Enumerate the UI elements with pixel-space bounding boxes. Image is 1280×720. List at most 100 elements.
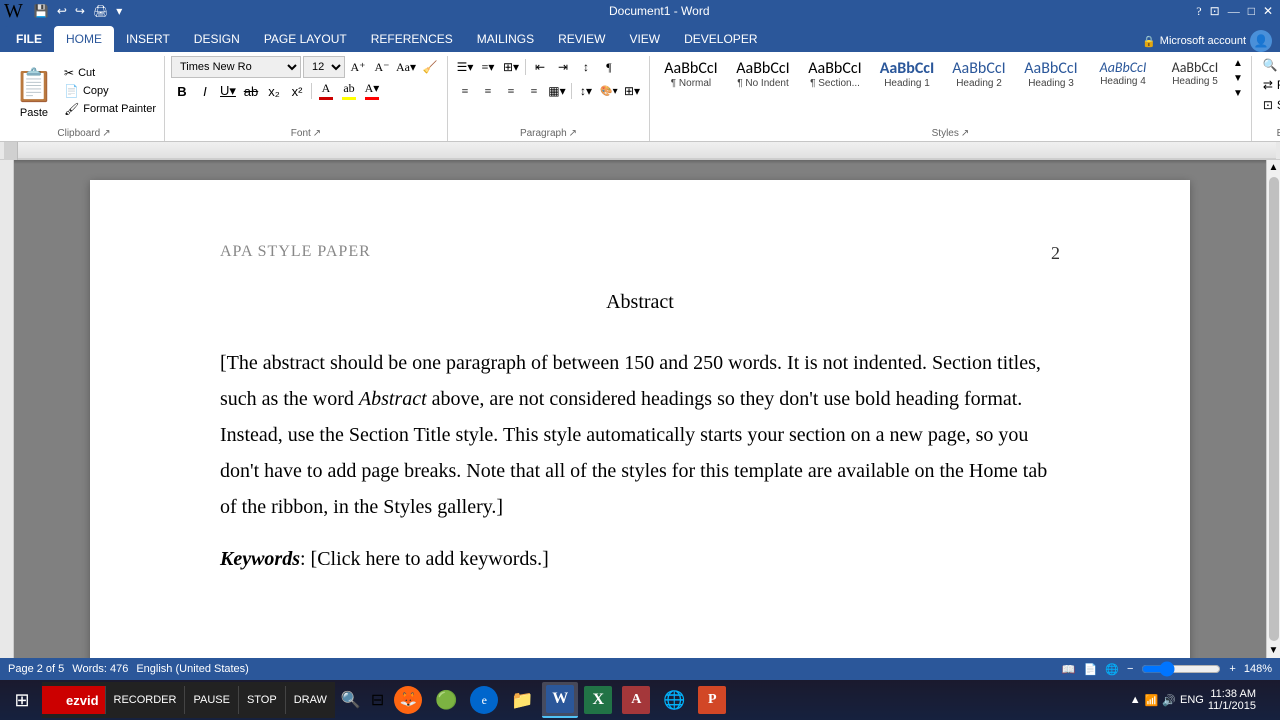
tab-view[interactable]: VIEW	[617, 26, 672, 52]
grow-font-btn[interactable]: A⁺	[347, 56, 369, 78]
clock[interactable]: 11:38 AM 11/1/2015	[1208, 688, 1256, 712]
align-center-btn[interactable]: ≡	[477, 80, 499, 102]
subscript-btn[interactable]: x₂	[263, 80, 285, 102]
align-right-btn[interactable]: ≡	[500, 80, 522, 102]
customize-quick-btn[interactable]: ▾	[113, 3, 125, 20]
print-layout-icon[interactable]: 📄	[1084, 663, 1098, 676]
cut-button[interactable]: ✂ Cut	[62, 65, 158, 81]
volume-icon[interactable]: 🔊	[1162, 694, 1176, 707]
taskbar-item-chrome[interactable]: 🟢	[428, 682, 464, 718]
select-button[interactable]: ⊡ Select =	[1259, 96, 1280, 114]
find-button[interactable]: 🔍 Find ▾	[1259, 56, 1280, 74]
taskbar-item-search[interactable]: 🔍	[337, 682, 365, 718]
justify-btn[interactable]: ≡	[523, 80, 545, 102]
style-no-indent[interactable]: AaBbCcI ¶ No Indent	[728, 56, 798, 92]
align-left-btn[interactable]: ≡	[454, 80, 476, 102]
style-heading4[interactable]: AaBbCcI Heading 4	[1088, 56, 1158, 90]
font-size-select[interactable]: 12	[303, 56, 345, 78]
zoom-in-btn[interactable]: +	[1229, 663, 1235, 675]
undo-quick-btn[interactable]: ↩	[54, 3, 70, 20]
taskbar-item-access[interactable]: A	[618, 682, 654, 718]
decrease-indent-btn[interactable]: ⇤	[529, 56, 551, 78]
keywords-value[interactable]: : [Click here to add keywords.]	[300, 541, 549, 577]
tab-page-layout[interactable]: PAGE LAYOUT	[252, 26, 359, 52]
taskbar-item-word[interactable]: W	[542, 682, 578, 718]
zoom-slider[interactable]	[1141, 661, 1221, 677]
web-layout-icon[interactable]: 🌐	[1105, 663, 1119, 676]
highlight-btn[interactable]: ab	[338, 80, 360, 102]
taskbar-item-explorer[interactable]: 📁	[504, 682, 540, 718]
start-button[interactable]: ⊞	[4, 682, 40, 718]
taskbar-item-firefox[interactable]: 🦊	[390, 682, 426, 718]
taskbar-item-browser[interactable]: 🌐	[656, 682, 692, 718]
style-heading2[interactable]: AaBbCcI Heading 2	[944, 56, 1014, 92]
text-color-btn[interactable]: A▾	[361, 80, 383, 102]
show-hidden-icons-btn[interactable]: ▲	[1130, 694, 1141, 706]
zoom-out-btn[interactable]: −	[1127, 663, 1133, 675]
style-section[interactable]: AaBbCcI ¶ Section...	[800, 56, 870, 92]
style-heading3[interactable]: AaBbCcI Heading 3	[1016, 56, 1086, 92]
styles-scroll-down[interactable]: ▼	[1231, 71, 1245, 86]
ezvid-stop-btn[interactable]: STOP	[238, 686, 285, 714]
change-case-btn[interactable]: Aa▾	[395, 56, 417, 78]
font-expand-icon[interactable]: ↗	[313, 128, 321, 139]
shading-btn[interactable]: 🎨▾	[598, 80, 620, 102]
multilevel-list-btn[interactable]: ⊞▾	[500, 56, 522, 78]
font-name-select[interactable]: Times New Ro	[171, 56, 301, 78]
shrink-font-btn[interactable]: A⁻	[371, 56, 393, 78]
style-heading1[interactable]: AaBbCcI Heading 1	[872, 56, 942, 92]
bullets-btn[interactable]: ☰▾	[454, 56, 476, 78]
superscript-btn[interactable]: x²	[286, 80, 308, 102]
restore-btn[interactable]: ⊡	[1207, 3, 1223, 20]
minimize-btn[interactable]: —	[1225, 3, 1243, 20]
font-color-btn[interactable]: A	[315, 80, 337, 102]
replace-button[interactable]: ⇄ Replace	[1259, 76, 1280, 94]
maximize-btn[interactable]: □	[1245, 3, 1258, 20]
redo-quick-btn[interactable]: ↪	[72, 3, 88, 20]
taskbar-item-powerpoint[interactable]: P	[694, 682, 730, 718]
tab-design[interactable]: DESIGN	[182, 26, 252, 52]
underline-btn[interactable]: U▾	[217, 80, 239, 102]
tab-home[interactable]: HOME	[54, 26, 114, 52]
network-icon[interactable]: 📶	[1145, 694, 1159, 707]
italic-btn[interactable]: I	[194, 80, 216, 102]
show-formatting-btn[interactable]: ¶	[598, 56, 620, 78]
increase-indent-btn[interactable]: ⇥	[552, 56, 574, 78]
scroll-up-btn[interactable]: ▲	[1267, 160, 1280, 175]
clipboard-expand-icon[interactable]: ↗	[102, 128, 110, 139]
tab-file[interactable]: FILE	[4, 26, 54, 52]
ezvid-draw-btn[interactable]: DRAW	[285, 686, 335, 714]
styles-scroll-up[interactable]: ▲	[1231, 56, 1245, 71]
save-quick-btn[interactable]: 💾	[31, 3, 52, 20]
strikethrough-btn[interactable]: ab	[240, 80, 262, 102]
close-btn[interactable]: ✕	[1260, 3, 1276, 20]
styles-expand-icon[interactable]: ↗	[961, 128, 969, 139]
ruler-corner[interactable]	[4, 142, 18, 160]
tab-mailings[interactable]: MAILINGS	[465, 26, 546, 52]
scroll-down-btn[interactable]: ▼	[1267, 643, 1280, 658]
bold-btn[interactable]: B	[171, 80, 193, 102]
line-spacing-btn[interactable]: ↕▾	[575, 80, 597, 102]
clear-format-btn[interactable]: 🧹	[419, 56, 441, 78]
paste-button[interactable]: 📋 Paste	[10, 61, 58, 121]
styles-more[interactable]: ▼	[1231, 86, 1245, 101]
taskbar-item-excel[interactable]: X	[580, 682, 616, 718]
sort-btn[interactable]: ↕	[575, 56, 597, 78]
language-indicator[interactable]: ENG	[1180, 694, 1204, 706]
print-quick-btn[interactable]: 🖨	[90, 3, 111, 20]
copy-button[interactable]: 📄 Copy	[62, 83, 158, 99]
help-btn[interactable]: ?	[1193, 3, 1204, 20]
account-label[interactable]: Microsoft account	[1160, 35, 1246, 47]
ezvid-pause-btn[interactable]: PAUSE	[184, 686, 237, 714]
format-painter-button[interactable]: 🖌 Format Painter	[62, 101, 158, 117]
column-btn[interactable]: ▦▾	[546, 80, 568, 102]
taskbar-item-ie[interactable]: e	[466, 682, 502, 718]
taskbar-item-taskview[interactable]: ⊟	[367, 682, 388, 718]
paragraph-expand-icon[interactable]: ↗	[569, 128, 577, 139]
read-mode-icon[interactable]: 📖	[1062, 663, 1076, 676]
tab-references[interactable]: REFERENCES	[359, 26, 465, 52]
style-normal[interactable]: AaBbCcI ¶ Normal	[656, 56, 726, 92]
style-heading5[interactable]: AaBbCcI Heading 5	[1160, 56, 1230, 90]
tab-review[interactable]: REVIEW	[546, 26, 617, 52]
numbering-btn[interactable]: ≡▾	[477, 56, 499, 78]
